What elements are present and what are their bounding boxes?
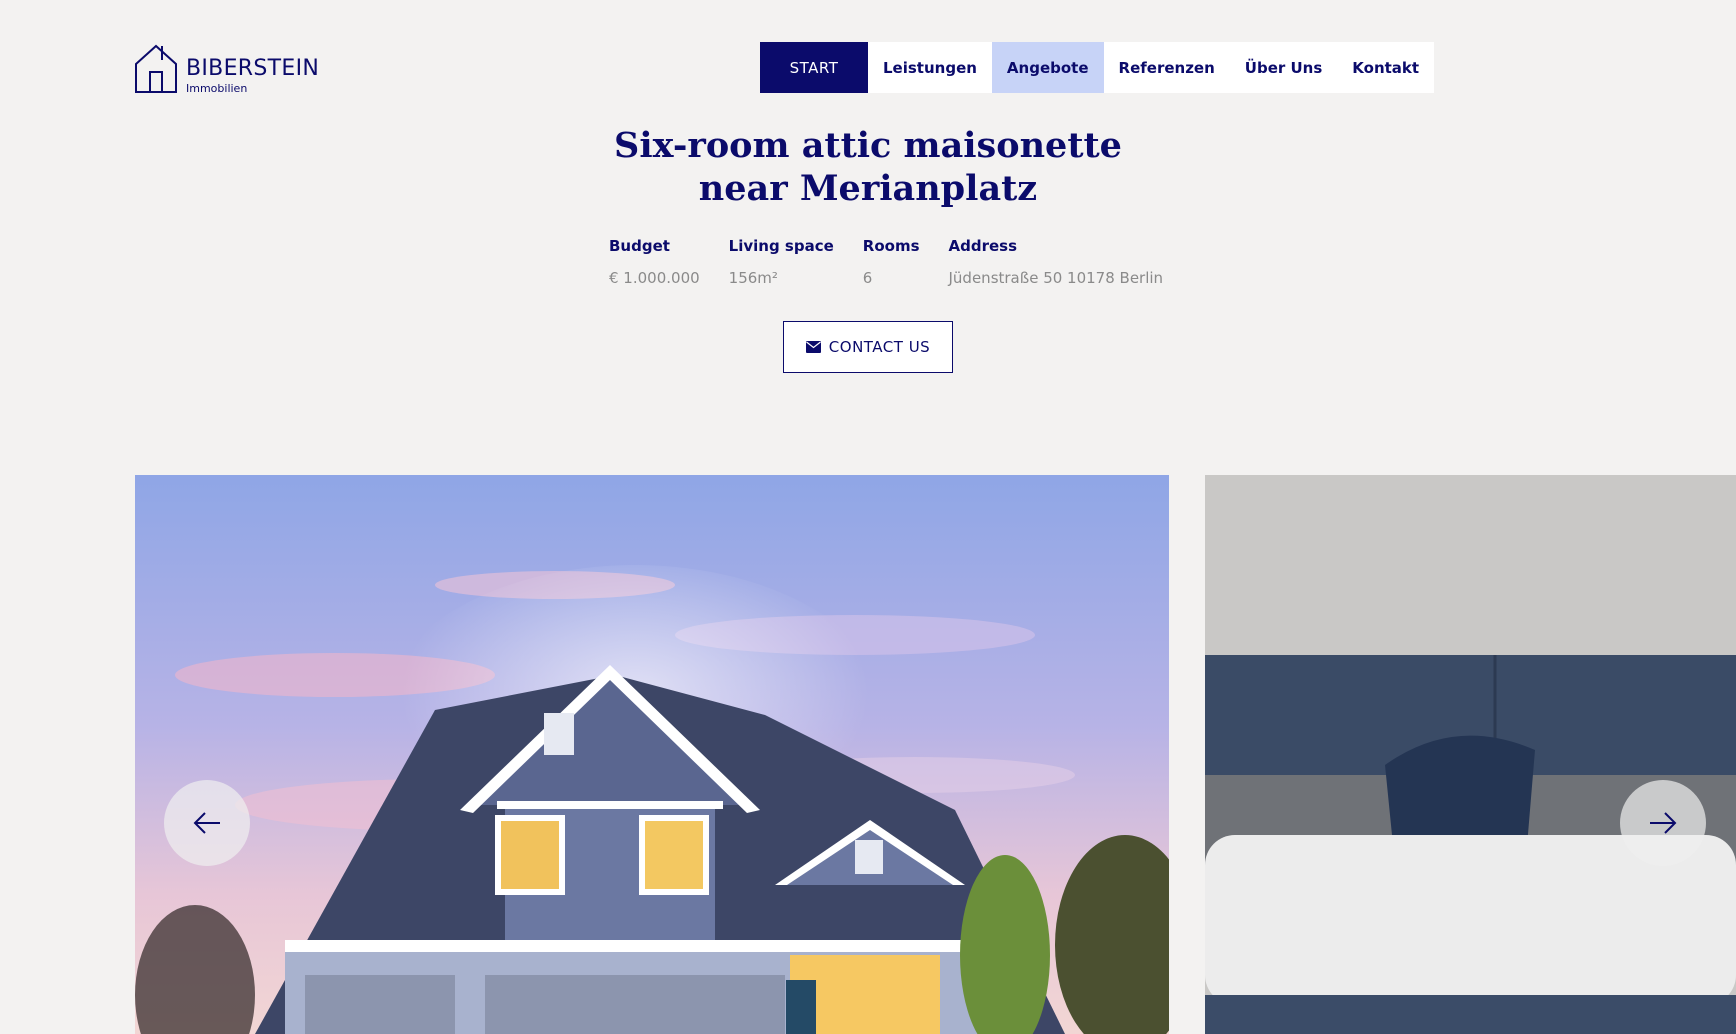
nav-item-referenzen[interactable]: Referenzen (1104, 42, 1230, 93)
nav-item-leistungen[interactable]: Leistungen (868, 42, 992, 93)
spec-value: € 1.000.000 (609, 269, 700, 287)
spec-value: Jüdenstraße 50 10178 Berlin (948, 269, 1164, 287)
listing-specs: Budget € 1.000.000 Living space 156m² Ro… (609, 237, 1192, 287)
spec-label: Budget (609, 237, 670, 255)
brand-name: BIBERSTEIN (186, 56, 320, 81)
contact-us-button[interactable]: CONTACT US (783, 321, 953, 373)
spec-value: 6 (862, 269, 873, 287)
spec-living-space: Living space 156m² (729, 237, 834, 287)
spec-label: Address (948, 237, 1018, 255)
arrow-left-icon (193, 812, 220, 834)
spec-rooms: Rooms 6 (863, 237, 920, 287)
spec-label: Living space (728, 237, 834, 255)
listing-title-line1: Six-room attic maisonette (614, 125, 1122, 166)
carousel-slide-house[interactable] (135, 475, 1169, 1034)
listing-title: Six-room attic maisonette near Merianpla… (0, 124, 1736, 210)
brand-subtitle: Immobilien (186, 82, 248, 95)
nav-item-angebote[interactable]: Angebote (991, 42, 1104, 93)
main-nav: START Leistungen Angebote Referenzen Übe… (760, 42, 1435, 93)
nav-item-start[interactable]: START (760, 42, 868, 93)
carousel-next-button[interactable] (1620, 780, 1706, 866)
nav-item-kontakt[interactable]: Kontakt (1337, 42, 1434, 93)
listing-title-line2: near Merianplatz (698, 168, 1038, 209)
brand-logo[interactable]: BIBERSTEIN Immobilien (134, 42, 319, 95)
nav-item-ueber-uns[interactable]: Über Uns (1230, 42, 1338, 93)
house-logo-icon (135, 44, 177, 93)
carousel-prev-button[interactable] (164, 780, 250, 866)
spec-value: 156m² (728, 269, 778, 287)
carousel-slide-bedroom[interactable] (1205, 475, 1736, 1034)
arrow-right-icon (1650, 812, 1677, 834)
spec-label: Rooms (862, 237, 920, 255)
bedroom-photo (1205, 475, 1736, 1034)
spec-budget: Budget € 1.000.000 (609, 237, 700, 287)
contact-us-label: CONTACT US (828, 338, 931, 356)
house-photo (135, 475, 1169, 1034)
spec-address: Address Jüdenstraße 50 10178 Berlin (949, 237, 1164, 287)
envelope-icon (805, 341, 821, 353)
